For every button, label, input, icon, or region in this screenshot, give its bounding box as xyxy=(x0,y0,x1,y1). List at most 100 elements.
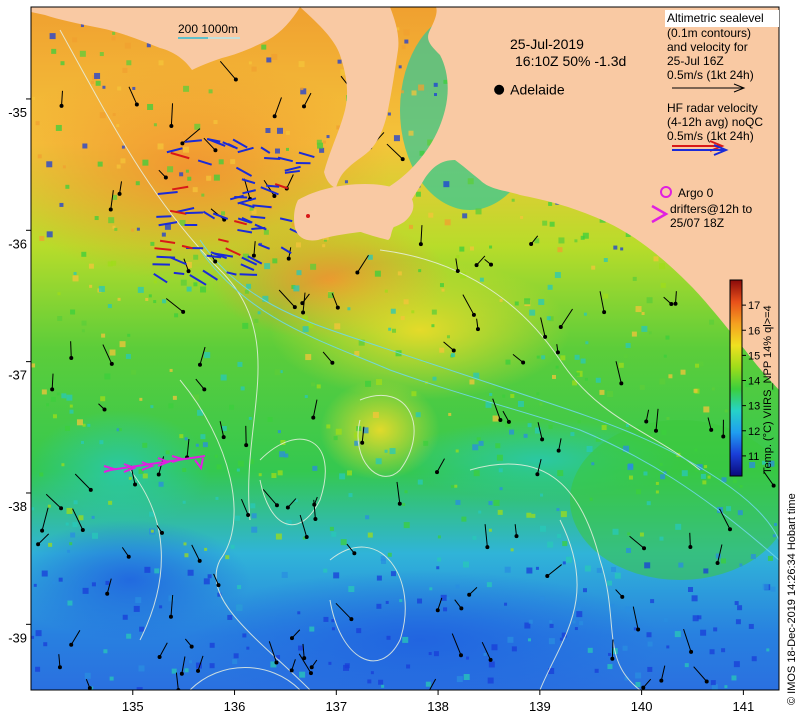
sst-pixel xyxy=(58,577,63,582)
sst-pixel xyxy=(87,423,91,427)
sst-pixel xyxy=(404,490,408,494)
sst-pixel xyxy=(236,604,243,611)
sst-pixel xyxy=(179,172,184,177)
sst-pixel xyxy=(660,282,666,288)
sst-pixel xyxy=(603,258,608,263)
sst-pixel xyxy=(157,143,164,150)
sst-pixel xyxy=(124,42,131,49)
sst-pixel xyxy=(721,648,726,653)
sst-pixel xyxy=(41,389,47,395)
sst-pixel xyxy=(89,284,93,288)
sst-pixel xyxy=(772,534,776,538)
sst-pixel xyxy=(159,605,163,609)
sst-pixel xyxy=(387,552,392,557)
sst-pixel xyxy=(643,471,648,476)
sst-pixel xyxy=(678,562,684,568)
sst-pixel xyxy=(153,300,157,304)
sst-pixel xyxy=(762,583,769,590)
sst-pixel xyxy=(767,555,773,561)
sst-pixel xyxy=(264,263,271,270)
sst-pixel xyxy=(135,181,140,186)
sst-pixel xyxy=(39,472,44,477)
date-label: 25-Jul-2019 xyxy=(510,36,584,52)
sst-pixel xyxy=(39,235,45,241)
sst-pixel xyxy=(133,605,140,612)
sst-pixel xyxy=(707,475,711,479)
sst-pixel xyxy=(429,587,433,591)
sst-pixel xyxy=(415,412,421,418)
sst-pixel xyxy=(114,227,118,231)
sst-pixel xyxy=(417,479,423,485)
sst-pixel xyxy=(488,528,492,532)
sst-pixel xyxy=(539,402,543,406)
sst-pixel xyxy=(487,677,494,684)
colorbar-tick-label: 11 xyxy=(748,451,759,463)
sst-pixel xyxy=(517,400,524,407)
sst-pixel xyxy=(186,286,192,292)
sst-pixel xyxy=(462,213,468,219)
sst-pixel xyxy=(446,597,450,601)
sst-pixel xyxy=(236,468,240,472)
current-arrow-head xyxy=(689,649,694,654)
sst-pixel xyxy=(748,623,754,629)
sst-pixel xyxy=(73,272,77,276)
current-arrow-head xyxy=(311,415,316,420)
sst-pixel xyxy=(584,565,591,572)
current-arrow-head xyxy=(36,542,41,547)
sst-pixel xyxy=(165,450,170,455)
sst-pixel xyxy=(724,685,728,689)
sst-pixel xyxy=(121,145,125,149)
sst-pixel xyxy=(344,180,348,184)
sst-pixel xyxy=(711,387,715,391)
sst-pixel xyxy=(531,513,536,518)
sst-pixel xyxy=(46,403,50,407)
sst-pixel xyxy=(546,316,551,321)
legend-hf-line: HF radar velocity xyxy=(667,101,758,115)
sst-pixel xyxy=(562,541,568,547)
y-axis: -35 -36 -37 -38 -39 xyxy=(8,98,31,645)
sst-pixel xyxy=(504,566,511,573)
sst-pixel xyxy=(200,434,206,440)
sst-pixel xyxy=(312,465,318,471)
sst-pixel xyxy=(577,420,581,424)
current-arrow-head xyxy=(721,434,726,439)
sst-pixel xyxy=(201,193,205,197)
current-arrow-head xyxy=(620,594,625,599)
sst-pixel xyxy=(472,535,477,540)
current-arrow-head xyxy=(168,614,173,619)
sst-pixel xyxy=(750,554,756,560)
sst-pixel xyxy=(76,419,83,426)
sst-pixel xyxy=(691,595,698,602)
sst-pixel xyxy=(432,376,437,381)
sst-pixel xyxy=(208,89,213,94)
sst-pixel xyxy=(203,578,210,585)
sst-pixel xyxy=(428,652,432,656)
sst-pixel xyxy=(131,228,135,232)
sst-pixel xyxy=(541,355,546,360)
sst-pixel xyxy=(165,156,170,161)
current-arrow-head xyxy=(514,534,519,539)
current-arrow-head xyxy=(69,642,74,647)
sst-pixel xyxy=(523,433,528,438)
sst-pixel xyxy=(246,283,252,289)
sst-pixel xyxy=(703,406,710,413)
current-arrow-head xyxy=(636,627,641,632)
credit-label: © IMOS 18-Dec-2019 14:26:34 Hobart time xyxy=(786,493,798,705)
hf-radar-arrow xyxy=(156,215,172,218)
sst-pixel xyxy=(347,307,351,311)
sst-pixel xyxy=(653,256,659,262)
sst-pixel xyxy=(52,581,56,585)
legend-alt-line: 25-Jul 16Z xyxy=(667,54,724,68)
sst-pixel xyxy=(647,666,653,672)
sst-pixel xyxy=(540,596,545,601)
sst-pixel xyxy=(625,606,632,613)
sst-pixel xyxy=(520,215,524,219)
sst-pixel xyxy=(655,481,659,485)
sst-pixel xyxy=(105,580,110,585)
current-arrow-head xyxy=(88,487,93,492)
sst-pixel xyxy=(579,621,584,626)
sst-pixel xyxy=(402,636,409,643)
sst-pixel xyxy=(99,440,104,445)
sst-pixel xyxy=(507,636,514,643)
sst-pixel xyxy=(463,674,470,681)
